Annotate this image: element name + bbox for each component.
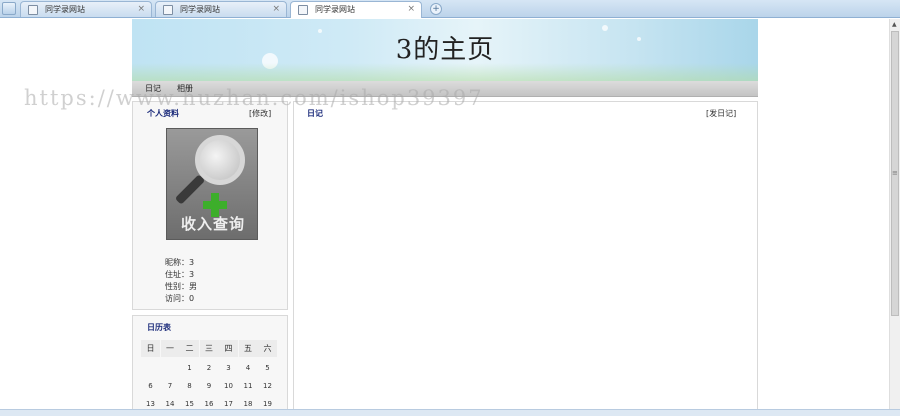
page-icon [163, 5, 173, 15]
calendar-day[interactable]: 10 [219, 378, 238, 395]
calendar-day[interactable]: 6 [141, 378, 160, 395]
close-tab-icon[interactable]: × [272, 2, 280, 17]
calendar-weekday: 一 [160, 340, 180, 357]
status-bar [0, 409, 900, 416]
avatar-caption: 收入查询 [180, 215, 245, 233]
scroll-up-icon[interactable]: ▲ [892, 21, 897, 28]
calendar-weekday: 五 [238, 340, 258, 357]
browser-tab-3[interactable]: 同学录网站 × [290, 1, 422, 18]
calendar-day[interactable]: 1 [180, 360, 199, 377]
page-banner: 3的主页 [132, 19, 758, 81]
calendar-day[interactable]: 9 [200, 378, 219, 395]
new-tab-button[interactable]: + [430, 3, 442, 15]
calendar-day[interactable]: 4 [239, 360, 258, 377]
calendar-day[interactable]: 5 [258, 360, 277, 377]
plus-icon [203, 201, 227, 209]
magnifier-icon [195, 135, 245, 185]
vertical-scrollbar[interactable]: ▲ ≡ [889, 19, 900, 411]
calendar-day[interactable]: 12 [258, 378, 277, 395]
calendar-title: 日历表 [147, 323, 171, 332]
profile-field-visits: 访问：0 [165, 294, 195, 303]
profile-field-nickname: 昵称：3 [165, 258, 195, 267]
browser-tab-1[interactable]: 同学录网站 × [20, 1, 152, 17]
avatar: 收入查询 [166, 128, 258, 240]
page-icon [298, 5, 308, 15]
browser-tab-2[interactable]: 同学录网站 × [155, 1, 287, 17]
calendar-weekday: 三 [199, 340, 219, 357]
page-title: 3的主页 [395, 35, 495, 65]
calendar-day[interactable]: 11 [239, 378, 258, 395]
calendar-panel: 日历表 日一二三四五六 1 2 3 4 5 6 7 8 9 10 11 12 13 14 15 16 17 18 19 [132, 315, 288, 411]
watermark: https://www.huzhan.com/ishop39397 [24, 86, 484, 110]
close-tab-icon[interactable]: × [407, 2, 415, 17]
magnifier-handle [174, 174, 206, 205]
grip-icon: ≡ [892, 169, 898, 177]
calendar-weekday: 日 [141, 340, 160, 357]
profile-field-gender: 性别：男 [165, 282, 197, 291]
post-diary-link[interactable]: [发日记] [706, 108, 736, 119]
close-tab-icon[interactable]: × [137, 2, 145, 17]
profile-field-address: 住址：3 [165, 270, 195, 279]
page-icon [28, 5, 38, 15]
calendar-day[interactable]: 7 [161, 378, 180, 395]
calendar-day[interactable]: 2 [200, 360, 219, 377]
calendar-day[interactable]: 3 [219, 360, 238, 377]
calendar-weekday: 二 [180, 340, 199, 357]
calendar-weekday: 六 [258, 340, 277, 357]
diary-panel: 日记 [发日记] [293, 101, 758, 411]
calendar-day [141, 360, 160, 377]
profile-panel: 个人资料 [修改] 收入查询 昵称：3 住址：3 性别：男 访问：0 [132, 101, 288, 310]
calendar-day [161, 360, 180, 377]
browser-tab-bar: 同学录网站 × 同学录网站 × 同学录网站 × + [0, 0, 900, 18]
calendar-weekday: 四 [219, 340, 238, 357]
calendar-day[interactable]: 8 [180, 378, 199, 395]
browser-menu-button[interactable] [2, 2, 16, 15]
